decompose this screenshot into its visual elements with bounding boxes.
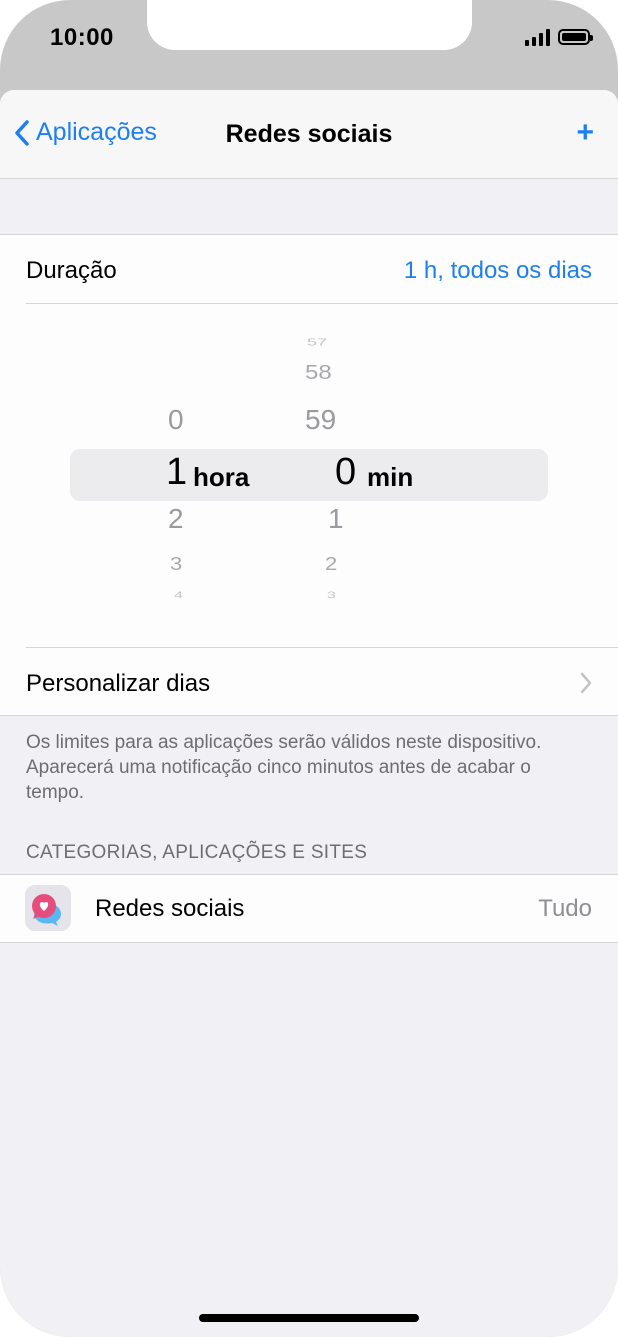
hours-option[interactable]: 3 [170,553,182,575]
minutes-option[interactable]: 2 [325,553,337,575]
section-header: CATEGORIAS, APLICAÇÕES E SITES [26,842,368,863]
battery-icon [558,29,593,45]
minutes-selected[interactable]: 0 [335,451,356,494]
navigation-bar: Aplicações Redes sociais + [0,90,618,179]
signal-icon [525,28,550,46]
custom-days-row[interactable]: Personalizar dias [0,648,618,716]
notch [147,0,472,50]
minutes-option[interactable]: 1 [328,503,344,535]
hours-unit-label: hora [193,462,250,492]
social-networks-icon [25,885,71,931]
app-value: Tudo [538,895,592,922]
hours-option[interactable]: 0 [168,404,184,436]
minutes-option[interactable]: 57 [307,337,327,349]
minutes-option[interactable]: 59 [305,404,336,436]
page-title: Redes sociais [225,120,393,148]
footer-note: Os limites para as aplicações serão váli… [26,732,542,803]
duration-row[interactable]: Duração 1 h, todos os dias [0,235,618,303]
app-label: Redes sociais [95,895,245,922]
hours-selected[interactable]: 1 [166,451,187,494]
add-button[interactable]: + [576,116,594,150]
duration-value: 1 h, todos os dias [403,257,592,284]
limit-settings-group: Duração 1 h, todos os dias 0 1 hora 2 3 … [0,234,618,716]
minutes-unit-label: min [367,462,414,492]
hours-option[interactable]: 4 [174,591,183,601]
time-picker[interactable]: 0 1 hora 2 3 4 57 58 59 0 min 1 2 3 [0,304,618,647]
home-indicator [199,1314,419,1322]
minutes-option[interactable]: 58 [305,361,332,385]
speech-bubbles-icon [32,894,61,926]
status-time: 10:00 [50,24,114,51]
app-row[interactable]: Redes sociais Tudo [0,875,618,942]
chevron-right-icon [580,672,592,694]
status-icons [525,28,593,46]
apps-group: Redes sociais Tudo [0,874,618,943]
minutes-option[interactable]: 3 [327,591,336,601]
duration-label: Duração [26,257,117,284]
screen-time-sheet: Aplicações Redes sociais + Duração 1 h, … [0,90,618,1337]
picker-selection-band [70,449,548,501]
custom-days-label: Personalizar dias [26,670,211,697]
hours-option[interactable]: 2 [168,503,184,535]
phone-frame: 10:00 Aplicações Redes sociais + Duração… [0,0,618,1337]
